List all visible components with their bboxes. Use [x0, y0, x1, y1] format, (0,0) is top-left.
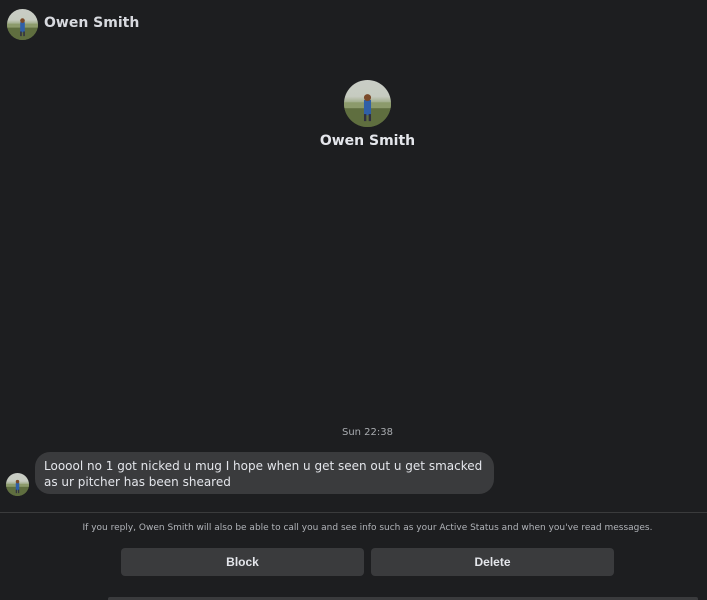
message-sender-avatar[interactable]	[6, 473, 29, 496]
block-button[interactable]: Block	[121, 548, 364, 576]
person-photo-icon	[344, 94, 391, 127]
profile-avatar[interactable]	[344, 80, 391, 127]
header-avatar[interactable]	[7, 9, 38, 40]
delete-button[interactable]: Delete	[371, 548, 614, 576]
person-photo-icon	[6, 479, 29, 496]
header-contact-name[interactable]: Owen Smith	[44, 15, 139, 31]
profile-name: Owen Smith	[319, 133, 416, 149]
message-request-notice: If you reply, Owen Smith will also be ab…	[82, 523, 653, 533]
person-photo-icon	[7, 18, 38, 40]
message-bubble[interactable]: Looool no 1 got nicked u mug I hope when…	[35, 452, 494, 494]
message-timestamp: Sun 22:38	[341, 427, 394, 438]
divider	[0, 512, 707, 513]
